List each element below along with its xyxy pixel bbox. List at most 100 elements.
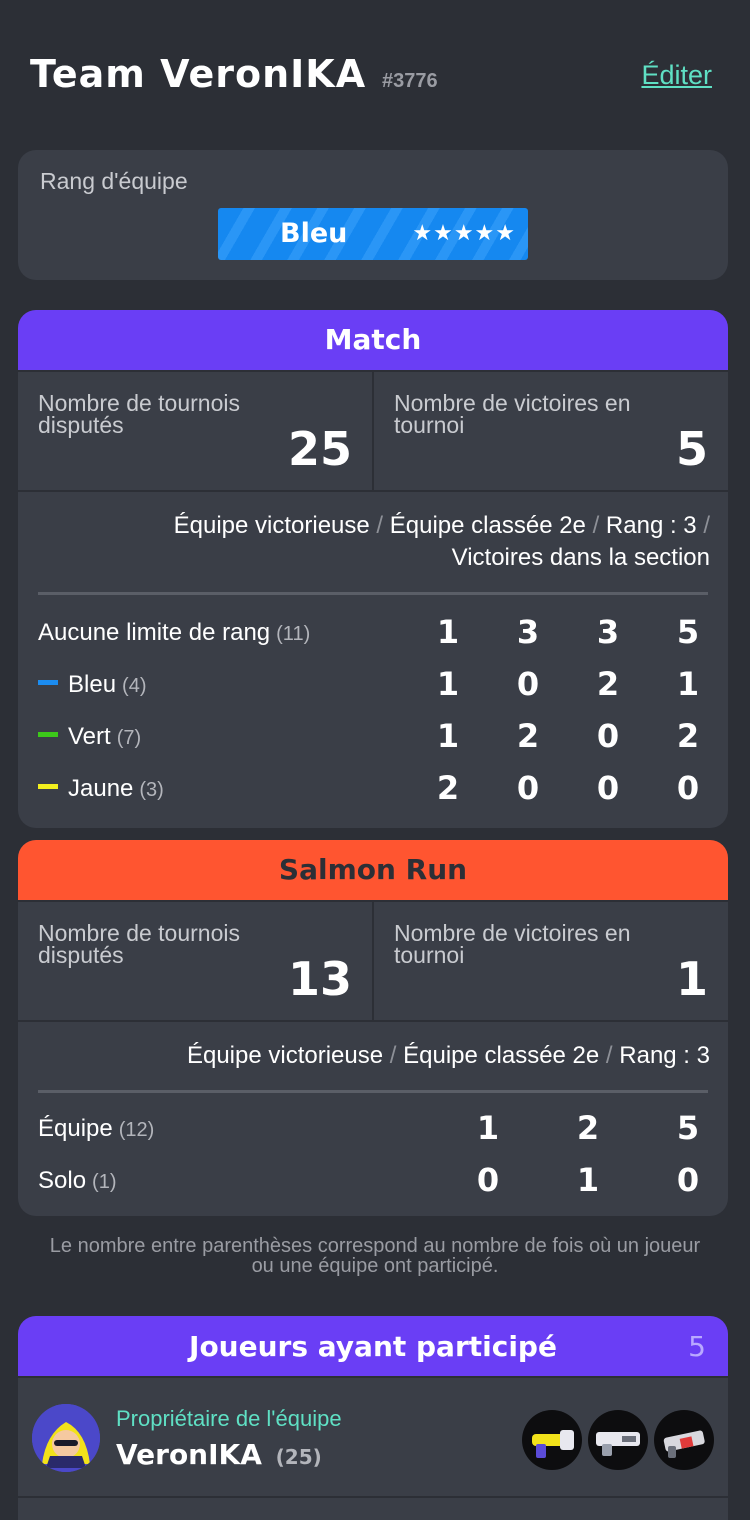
- owner-label: Propriétaire de l'équipe: [116, 1406, 342, 1431]
- match-tournaments-value: 25: [287, 422, 352, 476]
- legend-section-wins: Victoires dans la section: [451, 544, 710, 571]
- salmon-wins-cell: Nombre de victoires en tournoi 1: [372, 902, 728, 1020]
- row-value: 2: [576, 1109, 600, 1147]
- salmon-table: Équipe (12) 1 2 5 Solo (1) 0 1 0: [18, 1103, 728, 1207]
- team-id: #3776: [382, 70, 438, 92]
- row-label-text: Aucune limite de rang: [38, 619, 271, 646]
- match-legend: Équipe victorieuse / Équipe classée 2e /…: [18, 492, 728, 574]
- player-row[interactable]: Propriétaire de l'équipe VeronIKA (25): [18, 1376, 728, 1498]
- row-value: 0: [516, 769, 540, 807]
- rank-label: Rang d'équipe: [40, 168, 188, 194]
- match-stats: Nombre de tournois disputés 25 Nombre de…: [18, 370, 728, 492]
- table-row: Bleu (4) 1 0 2 1: [18, 659, 728, 711]
- row-label: Jaune (3): [38, 775, 164, 803]
- salmon-title: Salmon Run: [18, 840, 728, 900]
- row-count: (4): [122, 675, 147, 697]
- row-value: 2: [596, 665, 620, 703]
- players-count: 5: [688, 1330, 706, 1363]
- table-row: Vert (7) 1 2 0 2: [18, 711, 728, 763]
- edit-link[interactable]: Éditer: [641, 60, 712, 91]
- rank-color-swatch: [38, 732, 58, 738]
- row-label-text: Équipe: [38, 1115, 113, 1142]
- legend-separator: /: [605, 1042, 613, 1069]
- legend-second: Équipe classée 2e: [403, 1042, 600, 1069]
- row-value: 2: [676, 717, 700, 755]
- match-wins-value: 5: [675, 422, 708, 476]
- rank-color-swatch: [38, 680, 58, 686]
- row-label: Vert (7): [38, 723, 141, 751]
- legend-separator: /: [376, 512, 384, 539]
- row-label: Aucune limite de rang (11): [38, 619, 310, 647]
- legend-winner: Équipe victorieuse: [186, 1042, 384, 1069]
- stat-label: Nombre de tournois disputés: [38, 920, 240, 968]
- player-name: VeronIKA (25): [116, 1438, 322, 1471]
- match-tournaments-cell: Nombre de tournois disputés 25: [18, 372, 372, 490]
- row-label-text: Jaune: [68, 775, 134, 802]
- match-wins-cell: Nombre de victoires en tournoi 5: [372, 372, 728, 490]
- match-title: Match: [18, 310, 728, 370]
- legend-rank3: Rang : 3: [605, 512, 697, 539]
- player-avatar: [32, 1404, 100, 1472]
- player-name-text: VeronIKA: [116, 1438, 262, 1471]
- players-section: Joueurs ayant participé 5 Propriétaire d…: [18, 1316, 728, 1520]
- salmon-tournaments-cell: Nombre de tournois disputés 13: [18, 902, 372, 1020]
- legend-separator: /: [703, 512, 710, 539]
- row-label: Solo (1): [38, 1167, 117, 1195]
- row-value: 1: [676, 665, 700, 703]
- table-row: Jaune (3) 2 0 0 0: [18, 763, 728, 815]
- rank-color-swatch: [38, 784, 58, 790]
- row-count: (1): [92, 1171, 117, 1193]
- row-value: 0: [676, 769, 700, 807]
- player-participations: (25): [275, 1445, 322, 1469]
- row-value: 5: [676, 613, 700, 651]
- row-value: 0: [596, 769, 620, 807]
- row-value: 2: [436, 769, 460, 807]
- match-section: Match Nombre de tournois disputés 25 Nom…: [18, 310, 728, 828]
- row-count: (12): [118, 1119, 155, 1141]
- row-label: Équipe (12): [38, 1115, 154, 1143]
- salmon-section: Salmon Run Nombre de tournois disputés 1…: [18, 840, 728, 1216]
- row-value: 1: [576, 1161, 600, 1199]
- row-value: 0: [476, 1161, 500, 1199]
- row-value: 3: [596, 613, 620, 651]
- legend-separator: /: [389, 1042, 397, 1069]
- row-label: Bleu (4): [38, 671, 147, 699]
- legend-separator: /: [592, 512, 600, 539]
- table-row: Aucune limite de rang (11) 1 3 3 5: [18, 607, 728, 659]
- team-name: Team VeronIKA: [30, 52, 367, 96]
- weapon-3-icon: [654, 1410, 714, 1470]
- weapon-1-icon: [522, 1410, 582, 1470]
- table-row: Solo (1) 0 1 0: [18, 1155, 728, 1207]
- row-value: 1: [476, 1109, 500, 1147]
- salmon-legend: Équipe victorieuse / Équipe classée 2e /…: [18, 1022, 728, 1072]
- salmon-wins-value: 1: [675, 952, 708, 1006]
- row-value: 0: [596, 717, 620, 755]
- stat-label: Nombre de victoires en tournoi: [394, 390, 631, 438]
- legend-winner: Équipe victorieuse: [173, 512, 370, 539]
- team-rank-card: Rang d'équipe Bleu ★★★★★: [18, 150, 728, 280]
- row-label-text: Bleu: [68, 671, 117, 698]
- row-label-text: Solo: [38, 1167, 87, 1194]
- row-value: 1: [436, 613, 460, 651]
- row-value: 0: [516, 665, 540, 703]
- header: Team VeronIKA #3776 Éditer: [30, 52, 712, 102]
- stat-label: Nombre de tournois disputés: [38, 390, 240, 438]
- rank-stars-icon: ★★★★★: [412, 220, 516, 245]
- players-title: Joueurs ayant participé 5: [18, 1316, 728, 1376]
- players-title-text: Joueurs ayant participé: [189, 1330, 557, 1363]
- match-table: Aucune limite de rang (11) 1 3 3 5 Bleu (4) 1 0 2 1…: [18, 607, 728, 815]
- row-value: 2: [516, 717, 540, 755]
- salmon-stats: Nombre de tournois disputés 13 Nombre de…: [18, 900, 728, 1022]
- legend-rank3: Rang : 3: [619, 1042, 710, 1069]
- table-row: Équipe (12) 1 2 5: [18, 1103, 728, 1155]
- legend-second: Équipe classée 2e: [389, 512, 586, 539]
- stat-label: Nombre de victoires en tournoi: [394, 920, 631, 968]
- row-count: (7): [116, 727, 142, 749]
- row-value: 0: [676, 1161, 700, 1199]
- row-value: 1: [436, 665, 460, 703]
- row-label-text: Vert: [68, 723, 111, 750]
- footnote: Le nombre entre parenthèses correspond a…: [49, 1235, 701, 1277]
- rank-name: Bleu: [280, 218, 348, 249]
- row-count: (3): [139, 779, 164, 801]
- row-count: (11): [276, 623, 311, 645]
